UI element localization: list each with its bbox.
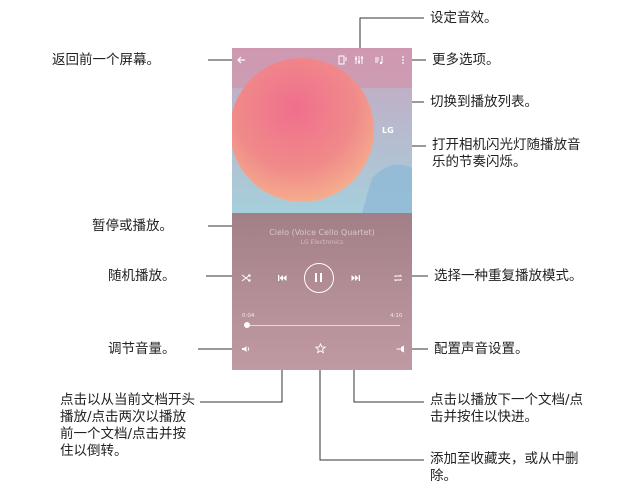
- label-repeat-mode: 选择一种重复播放模式。: [434, 268, 583, 284]
- pause-icon-bar: [320, 273, 322, 282]
- song-artist: LG Electronics: [300, 239, 344, 246]
- time-elapsed: 0:04: [242, 313, 255, 319]
- shuffle-icon[interactable]: [241, 273, 251, 286]
- repeat-icon[interactable]: [393, 273, 403, 286]
- flash-icon[interactable]: [338, 55, 348, 68]
- volume-icon[interactable]: [241, 344, 251, 357]
- label-sound-effects: 设定音效。: [430, 10, 498, 26]
- progress-bar[interactable]: [244, 325, 400, 326]
- star-icon[interactable]: [314, 342, 327, 357]
- player-controls: Cielo (Voice Cello Quartet) LG Electroni…: [232, 213, 412, 370]
- label-switch-playlist: 切换到播放列表。: [430, 94, 538, 110]
- label-previous: 点击以从当前文档开头播放/点击两次以播放前一个文档/点击并按住以倒转。: [60, 392, 195, 459]
- previous-icon[interactable]: [277, 273, 287, 286]
- next-icon[interactable]: [351, 273, 361, 286]
- pause-play-button[interactable]: [304, 263, 334, 293]
- playlist-icon[interactable]: [374, 55, 384, 68]
- music-player-screenshot: LG Cielo (Voice Cello Quartet) LG Electr…: [232, 48, 412, 370]
- label-shuffle: 随机播放。: [108, 268, 176, 284]
- pause-icon: [315, 273, 317, 282]
- song-title: Cielo (Voice Cello Quartet): [269, 228, 375, 237]
- label-next: 点击以播放下一个文档/点击并按住以快进。: [430, 392, 584, 425]
- lg-logo: LG: [382, 126, 394, 135]
- label-volume: 调节音量。: [108, 341, 176, 357]
- progress-knob[interactable]: [244, 322, 251, 328]
- time-total: 4:10: [390, 313, 403, 319]
- album-art: LG: [232, 48, 412, 213]
- label-pause-play: 暂停或播放。: [92, 218, 173, 234]
- more-vertical-icon[interactable]: [398, 55, 408, 68]
- label-back: 返回前一个屏幕。: [52, 52, 160, 68]
- label-flash: 打开相机闪光灯随播放音乐的节奏闪烁。: [432, 137, 581, 170]
- label-more-options: 更多选项。: [432, 52, 500, 68]
- label-favorite: 添加至收藏夹，或从中删除。: [430, 451, 579, 484]
- equalizer-icon[interactable]: [354, 55, 364, 68]
- label-sound-settings: 配置声音设置。: [434, 341, 529, 357]
- sound-settings-icon[interactable]: [396, 344, 406, 357]
- back-arrow-icon[interactable]: [236, 55, 246, 68]
